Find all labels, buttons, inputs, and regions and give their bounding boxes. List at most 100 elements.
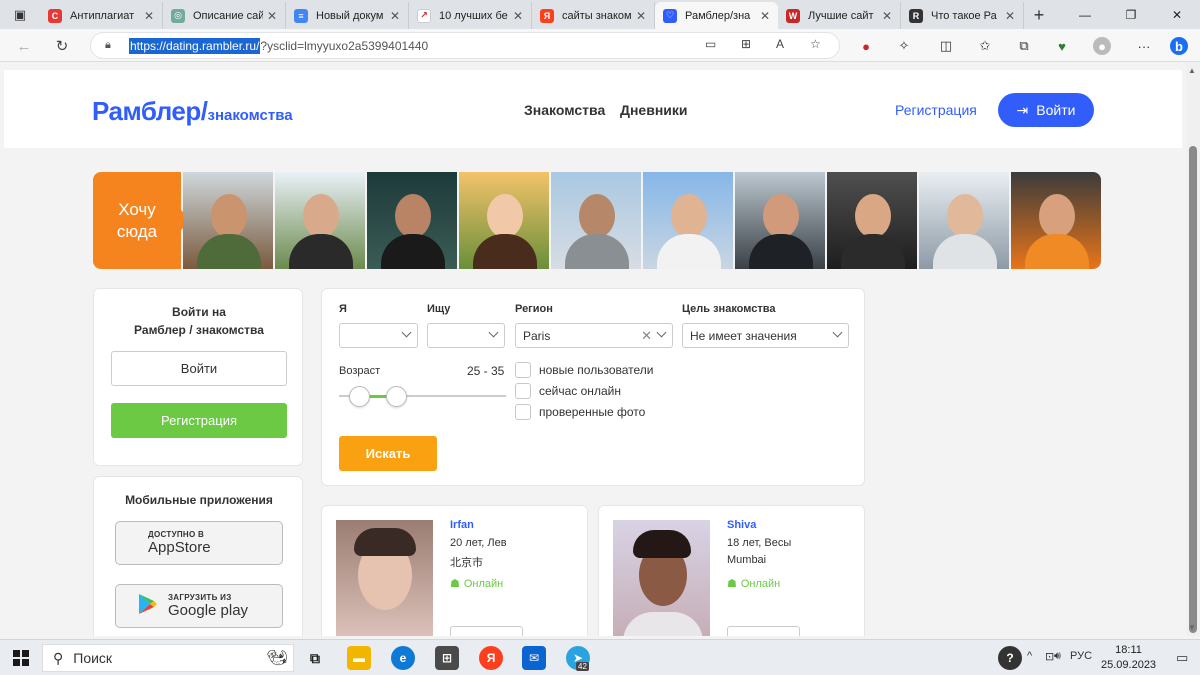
browser-tab[interactable]: Ясайты знаком ✕ <box>532 2 655 29</box>
user-photo[interactable] <box>643 172 733 269</box>
user-photo[interactable] <box>367 172 457 269</box>
close-icon[interactable]: ✕ <box>513 9 523 23</box>
want-here-button[interactable]: Хочу сюда <box>93 172 191 269</box>
tray-chevron-icon[interactable]: ^ <box>1027 650 1032 662</box>
profile-card[interactable]: Shiva 18 лет, Весы Mumbai ☗ Онлайн <box>598 505 865 636</box>
site-logo[interactable]: Рамблер/знакомства <box>92 96 293 127</box>
browser-tab[interactable]: ↗ 10 лучших бе ✕ <box>409 2 532 29</box>
help-icon[interactable]: ? <box>998 646 1022 670</box>
windows-start-icon[interactable] <box>13 650 29 666</box>
google-play-button[interactable]: ЗАГРУЗИТЬ ИЗ Google play <box>115 584 283 628</box>
new-users-label[interactable]: новые пользователи <box>539 363 654 377</box>
nav-diaries[interactable]: Дневники <box>620 102 688 118</box>
close-icon[interactable]: ✕ <box>1005 9 1015 23</box>
tab-actions-icon[interactable]: ▣ <box>0 0 40 29</box>
browser-tab[interactable]: W Лучшие сайт ✕ <box>778 2 901 29</box>
register-link[interactable]: Регистрация <box>895 102 977 118</box>
qr-icon[interactable]: ⊞ <box>741 37 751 51</box>
extension-icon[interactable]: ● <box>857 37 875 55</box>
seek-select[interactable] <box>427 323 505 348</box>
page-scrollbar[interactable]: ▲ ▼ <box>1186 62 1200 636</box>
volume-icon[interactable]: 🔊︎ <box>1054 650 1061 663</box>
browser-tab[interactable]: ◎ Описание сай ✕ <box>163 2 286 29</box>
verified-photo-checkbox[interactable] <box>515 404 531 420</box>
close-icon[interactable]: ✕ <box>144 9 154 23</box>
scroll-down-icon[interactable]: ▼ <box>1188 623 1196 632</box>
profile-name[interactable]: Shiva <box>727 519 756 531</box>
browser-tab[interactable]: ≡ Новый докум ✕ <box>286 2 409 29</box>
new-users-checkbox[interactable] <box>515 362 531 378</box>
minimize-icon[interactable]: — <box>1062 0 1108 29</box>
window-close-icon[interactable]: ✕ <box>1154 0 1200 29</box>
close-icon[interactable]: ✕ <box>636 9 646 23</box>
profile-card[interactable]: Irfan 20 лет, Лев 北京市 ☗ Онлайн <box>321 505 588 636</box>
profile-name[interactable]: Irfan <box>450 519 474 531</box>
favorites-icon[interactable]: ✩ <box>976 37 994 55</box>
close-icon[interactable]: ✕ <box>390 9 400 23</box>
user-photo[interactable] <box>183 172 273 269</box>
online-now-checkbox[interactable] <box>515 383 531 399</box>
user-photo[interactable] <box>459 172 549 269</box>
mail-icon[interactable]: ✉ <box>522 646 546 670</box>
card-register-button[interactable]: Регистрация <box>111 403 287 438</box>
user-photo[interactable] <box>551 172 641 269</box>
online-now-label[interactable]: сейчас онлайн <box>539 384 621 398</box>
favorite-star-icon[interactable]: ☆ <box>810 37 821 51</box>
split-screen-icon[interactable]: ◫ <box>937 37 955 55</box>
profile-photo[interactable] <box>336 520 433 636</box>
age-max-handle[interactable] <box>386 386 407 407</box>
bing-chat-icon[interactable]: b <box>1170 37 1188 55</box>
close-icon[interactable]: ✕ <box>267 9 277 23</box>
taskbar-clock[interactable]: 18:11 25.09.2023 <box>1101 643 1156 673</box>
address-bar[interactable]: 🔒︎ https://dating.rambler.ru/?ysclid=lmy… <box>90 32 840 59</box>
profile-action-button[interactable] <box>727 626 800 636</box>
mobile-apps-title: Мобильные приложения <box>125 493 273 507</box>
me-select[interactable] <box>339 323 418 348</box>
yandex-icon[interactable]: Я <box>479 646 503 670</box>
search-button[interactable]: Искать <box>339 436 437 471</box>
extensions-icon[interactable]: ✧ <box>895 37 913 55</box>
close-icon[interactable]: ✕ <box>760 9 770 23</box>
network-icon[interactable]: ⊡ <box>1045 650 1054 663</box>
read-aloud-icon[interactable]: A <box>776 37 784 51</box>
browser-essentials-icon[interactable]: ♥ <box>1053 37 1071 55</box>
clear-icon[interactable]: ✕ <box>641 328 652 344</box>
store-icon[interactable]: ⊞ <box>435 646 459 670</box>
browser-tab-active[interactable]: ♡ Рамблер/зна ✕ <box>655 2 778 29</box>
browser-tab[interactable]: R Что такое Ра ✕ <box>901 2 1024 29</box>
task-view-icon[interactable]: ⧉ <box>303 646 327 670</box>
language-indicator[interactable]: РУС <box>1070 650 1092 662</box>
appstore-button[interactable]: ДОСТУПНО В AppStore <box>115 521 283 565</box>
region-select[interactable]: Paris ✕ <box>515 323 673 348</box>
refresh-icon[interactable]: ↻ <box>50 34 74 58</box>
browser-tab[interactable]: C Антиплагиат ✕ <box>40 2 163 29</box>
clock-time: 18:11 <box>1115 644 1142 656</box>
goal-select[interactable]: Не имеет значения <box>682 323 849 348</box>
file-explorer-icon[interactable]: ▬ <box>347 646 371 670</box>
verified-photo-label[interactable]: проверенные фото <box>539 405 645 419</box>
restore-icon[interactable]: ❐ <box>1108 0 1154 29</box>
user-photo[interactable] <box>735 172 825 269</box>
login-button[interactable]: ⇥ Войти <box>998 93 1094 127</box>
more-menu-icon[interactable]: ··· <box>1135 37 1153 55</box>
profile-photo[interactable] <box>613 520 710 636</box>
user-photo[interactable] <box>827 172 917 269</box>
scroll-up-icon[interactable]: ▲ <box>1188 66 1196 75</box>
app-available-icon[interactable]: ▭ <box>705 37 716 51</box>
edge-icon[interactable]: e <box>391 646 415 670</box>
nav-dating[interactable]: Знакомства <box>524 102 605 118</box>
card-login-button[interactable]: Войти <box>111 351 287 386</box>
scroll-thumb[interactable] <box>1189 146 1197 633</box>
taskbar-search[interactable]: ⚲ Поиск 🦦︎ <box>42 644 294 672</box>
close-icon[interactable]: ✕ <box>882 9 892 23</box>
back-icon[interactable]: ← <box>12 34 36 58</box>
user-photo[interactable] <box>1011 172 1101 269</box>
notifications-icon[interactable]: ▭ <box>1176 650 1188 666</box>
collections-icon[interactable]: ⧉ <box>1015 37 1033 55</box>
profile-action-button[interactable] <box>450 626 523 636</box>
user-photo[interactable] <box>275 172 365 269</box>
profile-avatar-icon[interactable]: ● <box>1093 37 1111 55</box>
user-photo[interactable] <box>919 172 1009 269</box>
age-min-handle[interactable] <box>349 386 370 407</box>
new-tab-button[interactable]: + <box>1024 2 1054 29</box>
